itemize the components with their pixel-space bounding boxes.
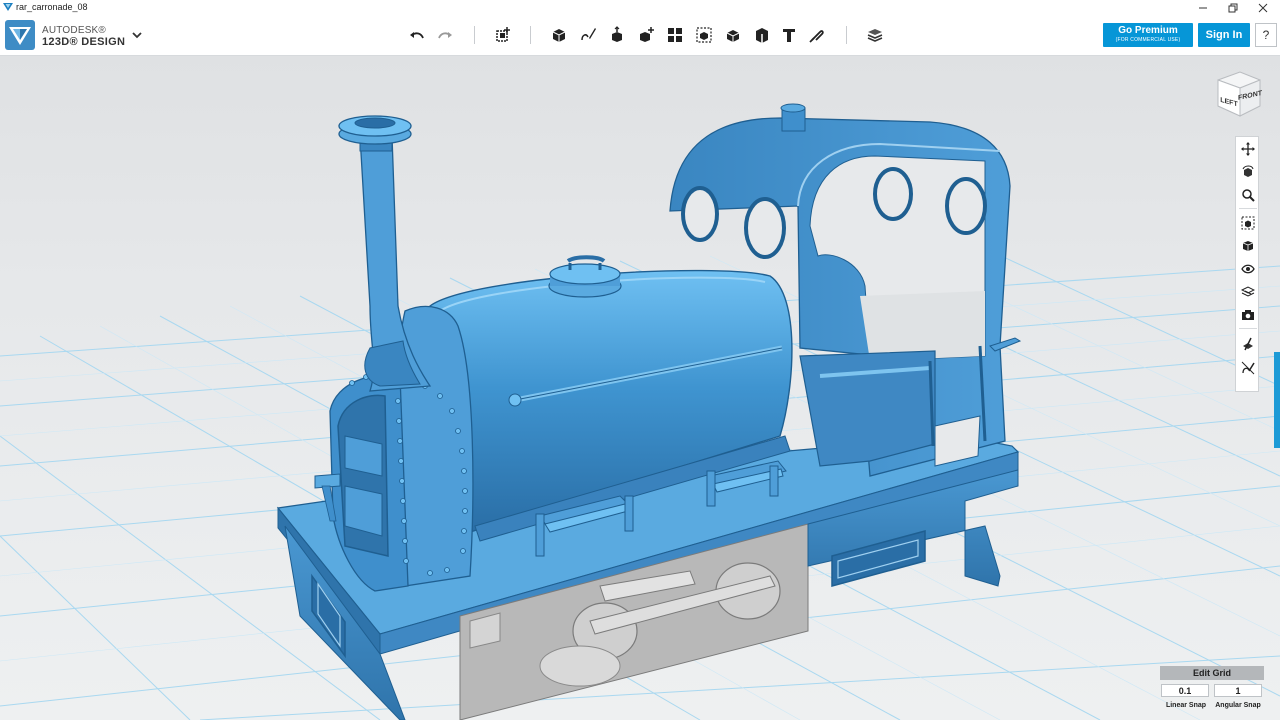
orbit-button[interactable] xyxy=(1239,163,1257,181)
brand-company: AUTODESK® xyxy=(42,25,106,36)
pan-button[interactable] xyxy=(1239,140,1257,158)
views-button[interactable] xyxy=(1239,237,1257,255)
angular-snap-label: Angular Snap xyxy=(1215,702,1261,709)
main-toolbar: AUTODESK® 123D® DESIGN Go Premium (FOR C… xyxy=(0,15,1280,56)
sign-in-button[interactable]: Sign In xyxy=(1198,23,1250,47)
autodesk-v-icon xyxy=(3,3,13,11)
view-cube-icon xyxy=(1242,241,1254,251)
close-button[interactable] xyxy=(1248,0,1278,15)
pattern-icon xyxy=(668,28,682,42)
transform-icon xyxy=(496,27,510,42)
sketch-button[interactable] xyxy=(577,24,599,46)
toolbar-separator xyxy=(846,26,847,44)
app-logo[interactable] xyxy=(5,20,35,50)
primitives-button[interactable] xyxy=(548,24,570,46)
edit-grid-button[interactable]: Edit Grid xyxy=(1160,666,1264,680)
material-icon xyxy=(867,29,883,42)
grid-panel: Edit Grid 0.1 1 Linear Snap Angular Snap xyxy=(1160,666,1264,716)
side-panel-toggle[interactable] xyxy=(1274,352,1280,448)
maximize-icon xyxy=(1228,3,1238,12)
zoom-button[interactable] xyxy=(1239,186,1257,204)
show-hide-icon xyxy=(1243,337,1253,351)
toolbar-separator xyxy=(530,26,531,44)
show-hide-button[interactable] xyxy=(1239,335,1257,353)
fit-icon xyxy=(1241,216,1255,230)
group-icon xyxy=(696,27,712,43)
window-title: rar_carronade_08 xyxy=(16,2,88,12)
transform-button[interactable] xyxy=(492,24,514,46)
nav-separator xyxy=(1239,328,1257,329)
snap-icon xyxy=(809,30,824,43)
camera-icon xyxy=(1242,310,1254,320)
redo-icon xyxy=(438,32,452,39)
primitive-box-icon xyxy=(552,29,566,42)
scene-canvas xyxy=(0,56,1280,720)
minimize-icon xyxy=(1199,7,1207,8)
premium-sublabel: (FOR COMMERCIAL USE) xyxy=(1115,37,1181,43)
navigation-bar xyxy=(1235,136,1259,392)
snapshot-button[interactable] xyxy=(1239,306,1257,324)
zoom-icon xyxy=(1242,189,1255,202)
maximize-button[interactable] xyxy=(1218,0,1248,15)
pattern-button[interactable] xyxy=(664,24,686,46)
angular-snap-input[interactable]: 1 xyxy=(1214,684,1262,697)
text-icon xyxy=(783,29,795,42)
text-button[interactable] xyxy=(778,24,800,46)
visibility-button[interactable] xyxy=(1239,260,1257,278)
combine-button[interactable] xyxy=(722,24,744,46)
modify-button[interactable] xyxy=(635,24,657,46)
3d-viewport[interactable] xyxy=(0,56,1280,720)
window-titlebar: rar_carronade_08 xyxy=(0,0,1280,15)
redo-button[interactable] xyxy=(434,24,456,46)
measure-button[interactable] xyxy=(751,24,773,46)
minimize-button[interactable] xyxy=(1188,0,1218,15)
view-cube[interactable]: LEFT FRONT xyxy=(1210,66,1266,122)
brand-product: 123D® DESIGN xyxy=(42,36,126,48)
material-outline-icon xyxy=(1241,286,1255,297)
undo-icon xyxy=(410,32,424,39)
material-button[interactable] xyxy=(864,24,886,46)
linear-snap-label: Linear Snap xyxy=(1165,702,1207,709)
toolbar-separator xyxy=(474,26,475,44)
construct-button[interactable] xyxy=(606,24,628,46)
construct-icon xyxy=(612,26,622,42)
undo-button[interactable] xyxy=(406,24,428,46)
pan-icon xyxy=(1241,142,1255,156)
premium-label: Go Premium xyxy=(1118,25,1178,36)
snap-button[interactable] xyxy=(806,24,828,46)
sketch-icon xyxy=(581,28,596,41)
materials-button[interactable] xyxy=(1239,283,1257,301)
hide-sketch-icon xyxy=(1241,361,1255,375)
combine-icon xyxy=(726,30,740,42)
eye-icon xyxy=(1241,264,1255,274)
grouping-button[interactable] xyxy=(693,24,715,46)
chevron-down-icon[interactable] xyxy=(130,28,144,42)
help-button[interactable]: ? xyxy=(1255,23,1277,47)
measure-icon xyxy=(756,28,768,43)
linear-snap-input[interactable]: 0.1 xyxy=(1161,684,1209,697)
orbit-icon xyxy=(1242,165,1254,177)
nav-separator xyxy=(1239,208,1257,209)
hide-sketch-button[interactable] xyxy=(1239,359,1257,377)
go-premium-button[interactable]: Go Premium (FOR COMMERCIAL USE) xyxy=(1103,23,1193,47)
close-icon xyxy=(1258,3,1268,12)
modify-icon xyxy=(640,27,654,42)
fit-button[interactable] xyxy=(1239,214,1257,232)
